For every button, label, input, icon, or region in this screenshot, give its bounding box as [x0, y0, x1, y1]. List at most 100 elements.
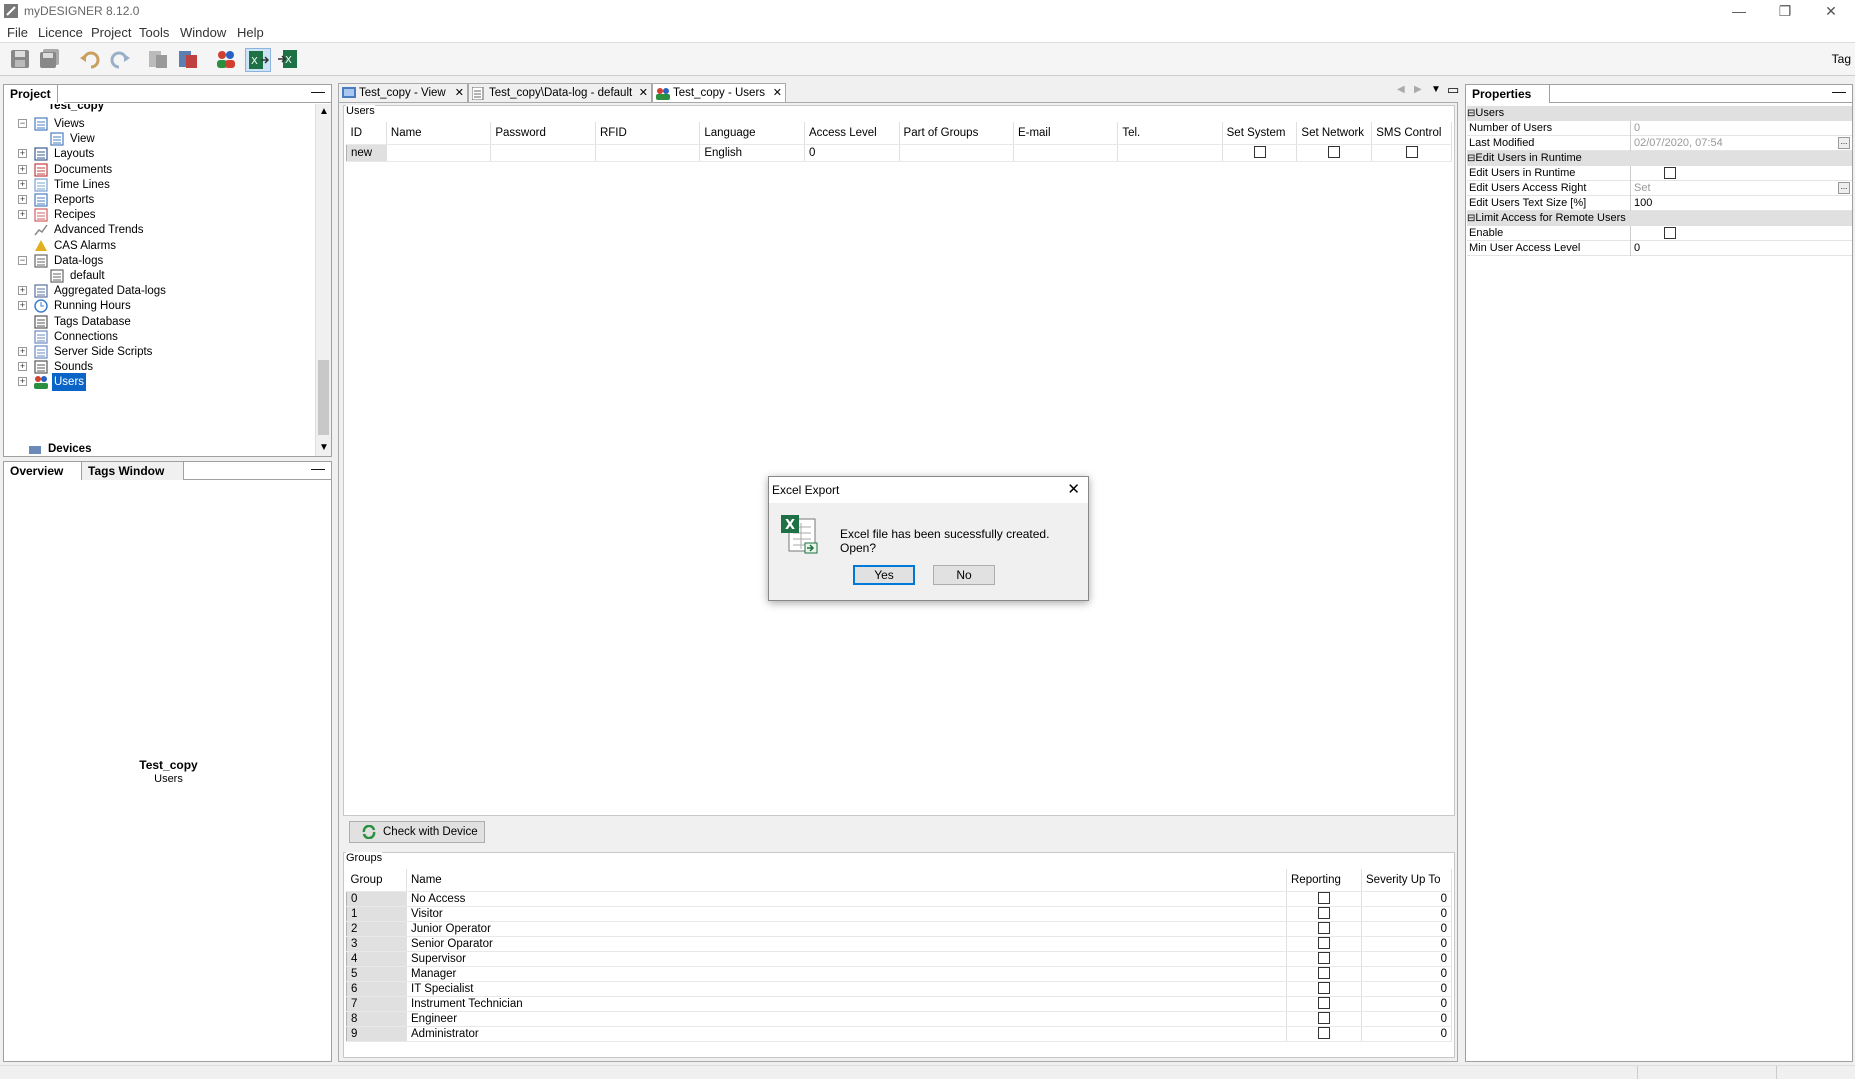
email-cell[interactable]: [1013, 144, 1119, 162]
save-icon[interactable]: [8, 48, 34, 72]
severity-cell[interactable]: 0: [1361, 981, 1452, 997]
tags-window-tab[interactable]: Tags Window: [82, 462, 184, 480]
project-tab[interactable]: Project: [4, 85, 58, 103]
col-access-level[interactable]: Access Level: [804, 122, 900, 145]
group-name-cell[interactable]: Senior Oparator: [406, 936, 1287, 952]
table-row[interactable]: 8 Engineer 0: [346, 1010, 1452, 1027]
group-name-cell[interactable]: Supervisor: [406, 951, 1287, 967]
expand-icon[interactable]: +: [18, 164, 27, 174]
table-row[interactable]: 1 Visitor 0: [346, 905, 1452, 922]
table-row[interactable]: 3 Senior Oparator 0: [346, 935, 1452, 952]
prop-min-access-level[interactable]: Min User Access Level 0: [1467, 241, 1852, 256]
table-row[interactable]: 6 IT Specialist 0: [346, 980, 1452, 997]
col-sms-control[interactable]: SMS Control: [1371, 122, 1452, 145]
table-row[interactable]: 9 Administrator 0: [346, 1025, 1452, 1042]
users-tool-icon[interactable]: [214, 48, 240, 72]
menu-help[interactable]: Help: [237, 25, 264, 40]
edit-users-checkbox[interactable]: [1664, 167, 1676, 179]
tab-scroll-left-icon[interactable]: ◀: [1397, 84, 1405, 95]
table-row[interactable]: 5 Manager 0: [346, 965, 1452, 982]
scroll-down-icon[interactable]: ▼: [319, 442, 329, 453]
menu-tools[interactable]: Tools: [139, 25, 169, 40]
table-row[interactable]: 7 Instrument Technician 0: [346, 995, 1452, 1012]
tab-view[interactable]: Test_copy - View ✕: [338, 83, 468, 103]
reporting-checkbox[interactable]: [1318, 967, 1330, 980]
tag-label[interactable]: Tag: [1832, 52, 1851, 66]
severity-cell[interactable]: 0: [1361, 936, 1452, 952]
col-reporting[interactable]: Reporting: [1286, 869, 1362, 892]
group-name-cell[interactable]: Visitor: [406, 906, 1287, 922]
tab-users[interactable]: Test_copy - Users ✕: [652, 83, 786, 103]
overview-tab[interactable]: Overview: [4, 462, 82, 480]
ellipsis-button[interactable]: ...: [1838, 182, 1850, 194]
expand-icon[interactable]: +: [18, 210, 27, 220]
prop-text-size[interactable]: Edit Users Text Size [%] 100: [1467, 196, 1852, 211]
category-limit-access[interactable]: ⊟Limit Access for Remote Users: [1467, 211, 1852, 226]
reporting-checkbox[interactable]: [1318, 922, 1330, 935]
close-tab-icon[interactable]: ✕: [639, 84, 648, 102]
scroll-up-icon[interactable]: ▲: [319, 106, 329, 117]
category-edit-users[interactable]: ⊟Edit Users in Runtime: [1467, 151, 1852, 166]
tel-cell[interactable]: [1117, 144, 1223, 162]
close-tab-icon[interactable]: ✕: [455, 84, 464, 102]
col-tel[interactable]: Tel.: [1117, 122, 1223, 145]
set-system-checkbox[interactable]: [1253, 146, 1266, 159]
export-icon[interactable]: [176, 48, 202, 72]
col-rfid[interactable]: RFID: [595, 122, 701, 145]
reporting-checkbox[interactable]: [1318, 907, 1330, 920]
table-row[interactable]: new English 0: [346, 143, 1452, 162]
dialog-close-icon[interactable]: ✕: [1067, 480, 1080, 498]
group-name-cell[interactable]: Manager: [406, 966, 1287, 982]
collapse-icon[interactable]: −: [18, 119, 27, 128]
save-all-icon[interactable]: [38, 48, 64, 72]
category-users[interactable]: ⊟Users: [1467, 106, 1852, 121]
sms-control-checkbox[interactable]: [1405, 146, 1418, 159]
severity-cell[interactable]: 0: [1361, 891, 1452, 907]
reporting-checkbox[interactable]: [1318, 937, 1330, 950]
scroll-thumb[interactable]: [318, 360, 329, 435]
expand-icon[interactable]: +: [18, 301, 27, 311]
severity-cell[interactable]: 0: [1361, 951, 1452, 967]
col-password[interactable]: Password: [490, 122, 596, 145]
expand-icon[interactable]: +: [18, 286, 27, 296]
project-scrollbar[interactable]: ▲ ▼: [315, 104, 331, 456]
expand-icon[interactable]: +: [18, 377, 27, 387]
set-network-checkbox[interactable]: [1328, 146, 1341, 159]
col-e-mail[interactable]: E-mail: [1013, 122, 1119, 145]
menu-file[interactable]: File: [7, 25, 28, 40]
col-part-of-groups[interactable]: Part of Groups: [899, 122, 1014, 145]
col-name[interactable]: Name: [386, 122, 492, 145]
expand-icon[interactable]: +: [18, 347, 27, 356]
group-name-cell[interactable]: Administrator: [406, 1026, 1287, 1042]
menu-licence[interactable]: Licence: [38, 25, 83, 40]
table-row[interactable]: 4 Supervisor 0: [346, 950, 1452, 967]
expand-icon[interactable]: +: [18, 149, 27, 159]
minimize-panel-icon[interactable]: —: [311, 83, 325, 99]
group-name-cell[interactable]: Junior Operator: [406, 921, 1287, 937]
close-tab-icon[interactable]: ✕: [773, 84, 782, 102]
reporting-checkbox[interactable]: [1318, 892, 1330, 905]
maximize-tab-icon[interactable]: ▭: [1447, 82, 1459, 98]
language-cell[interactable]: English: [699, 144, 805, 162]
close-window-button[interactable]: ✕: [1808, 0, 1854, 23]
yes-button[interactable]: Yes: [853, 565, 915, 585]
minimize-panel-icon[interactable]: —: [311, 460, 325, 476]
check-with-device-button[interactable]: Check with Device: [349, 821, 485, 843]
redo-icon[interactable]: [108, 48, 134, 72]
severity-cell[interactable]: 0: [1361, 921, 1452, 937]
minimize-panel-icon[interactable]: —: [1832, 83, 1846, 99]
undo-icon[interactable]: [78, 48, 104, 72]
minimize-button[interactable]: —: [1716, 0, 1762, 23]
tab-datalog[interactable]: Test_copy\Data-log - default ✕: [468, 83, 652, 103]
password-cell[interactable]: [490, 144, 596, 162]
reporting-checkbox[interactable]: [1318, 982, 1330, 995]
excel-export-icon[interactable]: X: [245, 48, 271, 72]
import-icon[interactable]: [146, 48, 172, 72]
menu-project[interactable]: Project: [91, 25, 131, 40]
new-user-cell[interactable]: new: [346, 143, 387, 162]
reporting-checkbox[interactable]: [1318, 952, 1330, 965]
rfid-cell[interactable]: [595, 144, 701, 162]
prop-enable[interactable]: Enable: [1467, 226, 1852, 241]
reporting-checkbox[interactable]: [1318, 1027, 1330, 1040]
menu-window[interactable]: Window: [180, 25, 226, 40]
